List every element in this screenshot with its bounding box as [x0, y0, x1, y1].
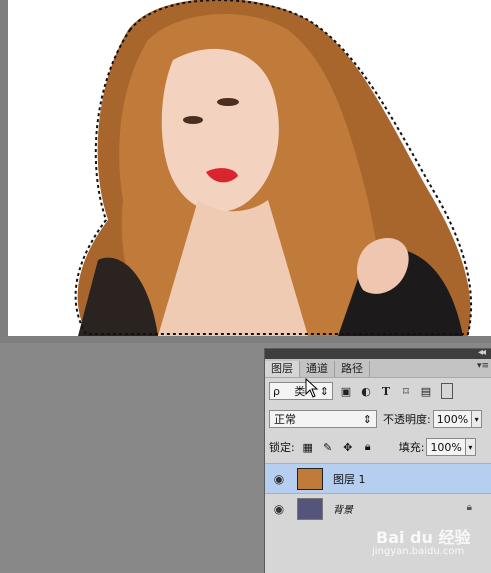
tab-channels[interactable]: 通道 — [300, 361, 335, 377]
lock-label: 锁定: — [269, 441, 295, 454]
watermark-logo: Bai du 经验 — [376, 528, 471, 547]
filter-toggle-icon[interactable] — [441, 383, 453, 399]
lock-position-icon[interactable]: ✥ — [341, 440, 355, 454]
opacity-value: 100% — [436, 412, 469, 426]
fill-input[interactable]: 100% — [426, 438, 466, 456]
mouse-cursor-icon — [305, 377, 319, 401]
collapse-icon[interactable]: ◂◂ — [478, 347, 486, 358]
blend-mode-select[interactable]: 正常 ⇕ — [269, 410, 377, 428]
canvas-margin — [0, 0, 8, 343]
panel-tabs: 图层 通道 路径 ▾≡ — [265, 359, 491, 378]
panel-title-bar[interactable]: ◂◂ — [265, 347, 491, 359]
fill-label: 填充: — [398, 441, 425, 454]
lock-all-icon[interactable]: 🔒︎ — [361, 440, 375, 454]
blend-row: 正常 ⇕ 不透明度: 100% ▾ — [269, 410, 491, 428]
filter-row: ρ 类 ⇕ ▣ ◐ T ⌑ ▤ — [269, 382, 491, 400]
tab-layers[interactable]: 图层 — [265, 361, 300, 377]
shape-filter-icon[interactable]: ⌑ — [399, 384, 413, 398]
lock-transparent-pixels-icon[interactable]: ▦ — [301, 440, 315, 454]
portrait-photo — [8, 0, 491, 336]
filter-kind-label: 类 — [294, 385, 306, 398]
lock-image-pixels-icon[interactable]: ✎ — [321, 440, 335, 454]
opacity-dropdown-button[interactable]: ▾ — [472, 410, 483, 428]
document-canvas[interactable] — [0, 0, 491, 343]
opacity-label: 不透明度: — [383, 413, 431, 426]
panel-menu-icon[interactable]: ▾≡ — [477, 361, 489, 371]
tab-paths[interactable]: 路径 — [335, 361, 370, 377]
layer-row[interactable]: ◉ 图层 1 — [265, 463, 491, 493]
canvas-edge — [0, 336, 491, 343]
smart-object-filter-icon[interactable]: ▤ — [419, 384, 433, 398]
layer-name: 图层 1 — [333, 472, 366, 486]
pixel-filter-icon[interactable]: ▣ — [339, 384, 353, 398]
blend-mode-value: 正常 — [274, 413, 296, 426]
lock-row: 锁定: ▦ ✎ ✥ 🔒︎ 填充: 100% ▾ — [269, 438, 491, 456]
chevron-updown-icon: ⇕ — [319, 384, 329, 398]
layer-thumbnail — [297, 497, 323, 520]
fill-value: 100% — [430, 440, 462, 454]
eye-icon[interactable]: ◉ — [265, 472, 293, 486]
layer-thumbnail — [297, 467, 323, 490]
filter-kind-select[interactable]: ρ 类 ⇕ — [269, 382, 333, 400]
chevron-updown-icon: ⇕ — [362, 412, 372, 426]
layer-name: 背景 — [333, 505, 353, 516]
watermark-url: jingyan.baidu.com — [372, 546, 465, 557]
search-icon: ρ — [273, 384, 280, 398]
lock-icon: 🔒︎ — [466, 502, 472, 513]
fill-dropdown-button[interactable]: ▾ — [465, 438, 476, 456]
eye-icon[interactable]: ◉ — [265, 502, 293, 516]
opacity-input[interactable]: 100% — [432, 410, 473, 428]
type-filter-icon[interactable]: T — [379, 384, 393, 398]
adjustment-filter-icon[interactable]: ◐ — [359, 384, 373, 398]
layer-row[interactable]: ◉ 背景 🔒︎ — [265, 493, 491, 523]
